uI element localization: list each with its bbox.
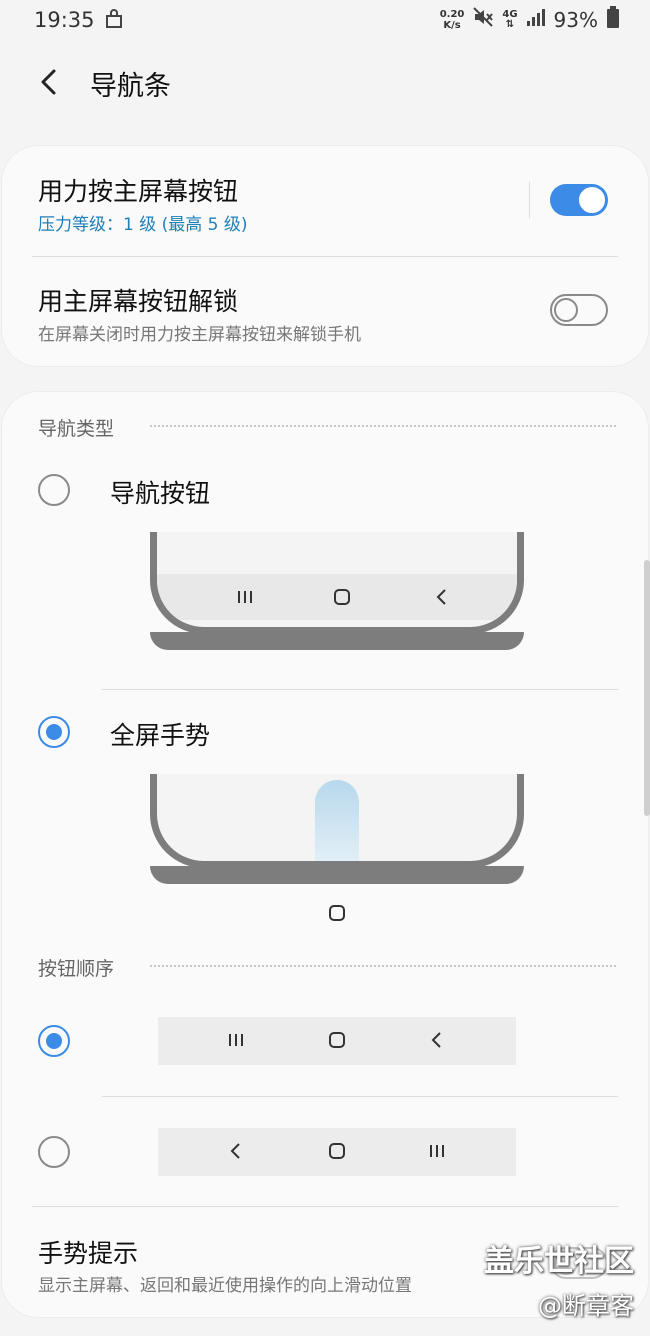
button-order-option-2[interactable] bbox=[158, 1128, 516, 1176]
divider bbox=[102, 689, 618, 690]
navigation-settings-card: 导航类型 导航按钮 全屏手势 按钮顺序 手势提示 显示主屏幕、返回和最近使用操作… bbox=[2, 392, 648, 1317]
recents-icon bbox=[229, 1034, 243, 1046]
gesture-hint-subtitle: 显示主屏幕、返回和最近使用操作的向上滑动位置 bbox=[38, 1276, 412, 1296]
back-icon bbox=[431, 1032, 441, 1048]
battery-level: 93% bbox=[553, 7, 598, 32]
signal-icon bbox=[526, 7, 546, 32]
divider bbox=[102, 1096, 618, 1097]
unlock-home-title: 用主屏幕按钮解锁 bbox=[38, 287, 239, 316]
recents-icon bbox=[238, 591, 252, 603]
unlock-home-toggle[interactable] bbox=[550, 294, 608, 326]
button-order-option-1[interactable] bbox=[158, 1017, 516, 1065]
page-title: 导航条 bbox=[90, 71, 171, 102]
app-header: 导航条 bbox=[0, 48, 650, 120]
phone-preview-body bbox=[150, 532, 524, 634]
section-divider bbox=[150, 425, 616, 427]
status-time: 19:35 bbox=[34, 8, 95, 32]
network-speed: 0.20 K/s bbox=[439, 8, 465, 31]
back-button[interactable] bbox=[32, 64, 68, 100]
back-icon bbox=[436, 589, 446, 605]
fullscreen-gestures-radio[interactable] bbox=[38, 716, 70, 748]
preview-navbar bbox=[157, 574, 517, 620]
watermark-author: @断章客 bbox=[538, 1292, 634, 1320]
nav-buttons-radio[interactable] bbox=[38, 474, 70, 506]
home-icon bbox=[329, 1032, 345, 1048]
phone-preview-frame bbox=[150, 632, 524, 650]
gesture-swipe-area bbox=[315, 780, 359, 861]
home-icon bbox=[334, 589, 350, 605]
scrollbar[interactable] bbox=[644, 560, 650, 816]
shopping-bag-icon bbox=[104, 9, 124, 34]
home-hint-icon bbox=[329, 905, 345, 921]
battery-icon bbox=[606, 6, 620, 33]
chevron-left-icon bbox=[41, 69, 56, 95]
nav-type-section-label: 导航类型 bbox=[38, 418, 115, 440]
press-home-subtitle: 压力等级：1 级 (最高 5 级) bbox=[38, 215, 248, 235]
status-bar: 19:35 0.20 K/s 4G ⇅ 93% bbox=[0, 0, 650, 40]
phone-preview-frame bbox=[150, 866, 524, 884]
network-type-icon: 4G ⇅ bbox=[502, 8, 518, 30]
press-home-row[interactable]: 用力按主屏幕按钮 压力等级：1 级 (最高 5 级) bbox=[2, 146, 648, 256]
unlock-home-subtitle: 在屏幕关闭时用力按主屏幕按钮来解锁手机 bbox=[38, 325, 361, 345]
gesture-hint-title: 手势提示 bbox=[38, 1239, 139, 1268]
mute-icon bbox=[472, 6, 494, 33]
status-icons: 0.20 K/s 4G ⇅ 93% bbox=[440, 6, 620, 33]
unlock-home-row[interactable]: 用主屏幕按钮解锁 在屏幕关闭时用力按主屏幕按钮来解锁手机 bbox=[2, 257, 648, 365]
button-order-section-label: 按钮顺序 bbox=[38, 958, 115, 980]
divider bbox=[529, 182, 530, 218]
back-icon bbox=[230, 1143, 240, 1159]
button-order-option-1-radio[interactable] bbox=[38, 1025, 70, 1057]
watermark-logo: 盖乐世社区 bbox=[484, 1244, 634, 1279]
fullscreen-gestures-label[interactable]: 全屏手势 bbox=[110, 716, 210, 752]
home-button-settings-card: 用力按主屏幕按钮 压力等级：1 级 (最高 5 级) 用主屏幕按钮解锁 在屏幕关… bbox=[2, 146, 648, 366]
section-divider bbox=[150, 965, 616, 967]
button-order-option-2-radio[interactable] bbox=[38, 1136, 70, 1168]
recents-icon bbox=[430, 1145, 444, 1157]
nav-buttons-label[interactable]: 导航按钮 bbox=[110, 474, 210, 510]
phone-preview-body bbox=[150, 774, 524, 868]
press-home-title: 用力按主屏幕按钮 bbox=[38, 177, 239, 206]
home-icon bbox=[329, 1143, 345, 1159]
press-home-toggle[interactable] bbox=[550, 184, 608, 216]
